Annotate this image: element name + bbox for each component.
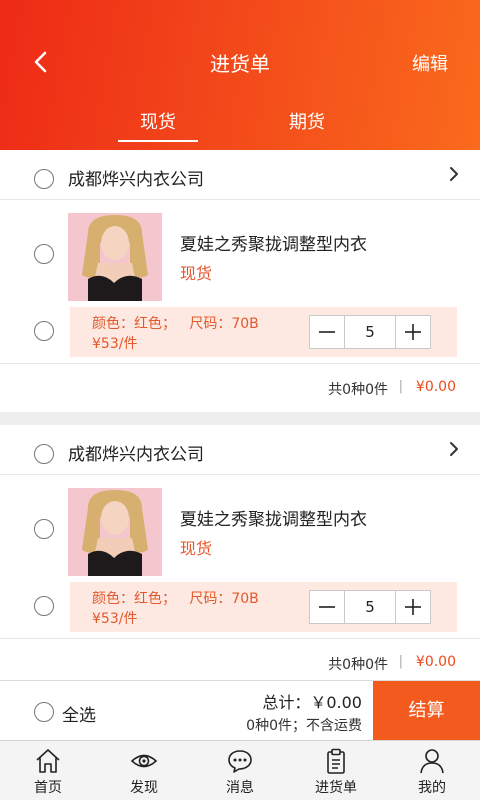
- sku-select-radio[interactable]: [34, 321, 54, 341]
- active-tab-indicator: [118, 140, 198, 142]
- summary-divider: |: [398, 654, 403, 669]
- plus-icon: [405, 599, 421, 615]
- nav-item-purchase-list[interactable]: 进货单: [288, 741, 384, 800]
- plus-icon: [405, 324, 421, 340]
- store-card: 成都烨兴内衣公司 夏娃之秀聚拢调整型内衣 现货 颜色：红色； 尺码：70B ¥5…: [0, 150, 480, 412]
- store-summary: 共0种0件 | ¥0.00: [0, 363, 480, 412]
- store-name: 成都烨兴内衣公司: [68, 445, 204, 465]
- product-image[interactable]: [68, 488, 162, 576]
- total-amount: 总计：￥0.00: [262, 693, 362, 712]
- increment-button[interactable]: [396, 316, 430, 348]
- stock-type-tag: 现货: [180, 264, 213, 283]
- store-card: 成都烨兴内衣公司 夏娃之秀聚拢调整型内衣 现货 颜色：红色； 尺码：70B ¥5…: [0, 425, 480, 687]
- clipboard-icon: [327, 748, 345, 774]
- header-bar: 进货单 编辑 现货 期货: [0, 0, 480, 150]
- select-all-label[interactable]: 全选: [62, 701, 96, 726]
- nav-item-discover[interactable]: 发现: [96, 741, 192, 800]
- store-select-radio[interactable]: [34, 444, 54, 464]
- store-select-radio[interactable]: [34, 169, 54, 189]
- select-all-radio[interactable]: [34, 702, 54, 722]
- sku-spec: 颜色：红色； 尺码：70B: [92, 591, 259, 607]
- nav-label: 进货单: [315, 780, 357, 796]
- nav-label: 发现: [130, 780, 158, 796]
- sku-select-radio[interactable]: [34, 596, 54, 616]
- nav-item-profile[interactable]: 我的: [384, 741, 480, 800]
- checkout-bar: 全选 总计：￥0.00 0种0件；不含运费 结算: [0, 680, 480, 741]
- bottom-navigation: 首页 发现 消息 进货单 我的: [0, 740, 480, 800]
- total-detail: 0种0件；不含运费: [246, 718, 362, 734]
- quantity-stepper: 5: [309, 315, 431, 349]
- store-header[interactable]: 成都烨兴内衣公司: [0, 150, 480, 200]
- page-title: 进货单: [210, 52, 270, 76]
- sku-spec-box: 颜色：红色； 尺码：70B ¥53/件 5: [70, 582, 457, 632]
- home-icon: [36, 749, 60, 773]
- summary-divider: |: [398, 379, 403, 394]
- nav-label: 首页: [34, 780, 62, 796]
- tab-future[interactable]: 期货: [257, 108, 357, 134]
- eye-icon: [130, 754, 158, 768]
- summary-count: 共0种0件: [328, 382, 388, 398]
- quantity-value[interactable]: 5: [344, 591, 396, 623]
- summary-amount: ¥0.00: [415, 654, 456, 670]
- store-name: 成都烨兴内衣公司: [68, 170, 204, 190]
- stock-type-tag: 现货: [180, 539, 213, 558]
- nav-label: 我的: [418, 780, 446, 796]
- user-icon: [420, 749, 444, 774]
- nav-item-messages[interactable]: 消息: [192, 741, 288, 800]
- summary-amount: ¥0.00: [415, 379, 456, 395]
- decrement-button[interactable]: [310, 316, 344, 348]
- sku-price: ¥53/件: [92, 611, 138, 627]
- product-image[interactable]: [68, 213, 162, 301]
- sku-price: ¥53/件: [92, 336, 138, 352]
- minus-icon: [319, 331, 335, 333]
- product-select-radio[interactable]: [34, 244, 54, 264]
- quantity-stepper: 5: [309, 590, 431, 624]
- product-select-radio[interactable]: [34, 519, 54, 539]
- store-header[interactable]: 成都烨兴内衣公司: [0, 425, 480, 475]
- quantity-value[interactable]: 5: [344, 316, 396, 348]
- nav-item-home[interactable]: 首页: [0, 741, 96, 800]
- product-name: 夏娃之秀聚拢调整型内衣: [180, 510, 367, 530]
- sku-spec-box: 颜色：红色； 尺码：70B ¥53/件 5: [70, 307, 457, 357]
- product-name: 夏娃之秀聚拢调整型内衣: [180, 235, 367, 255]
- increment-button[interactable]: [396, 591, 430, 623]
- decrement-button[interactable]: [310, 591, 344, 623]
- settle-button[interactable]: 结算: [373, 681, 480, 741]
- summary-count: 共0种0件: [328, 657, 388, 673]
- minus-icon: [319, 606, 335, 608]
- sku-spec: 颜色：红色； 尺码：70B: [92, 316, 259, 332]
- tab-spot[interactable]: 现货: [108, 108, 208, 134]
- chevron-right-icon[interactable]: [446, 162, 462, 186]
- nav-label: 消息: [226, 780, 254, 796]
- chat-icon: [228, 750, 252, 773]
- section-divider: [0, 412, 480, 425]
- chevron-right-icon[interactable]: [446, 437, 462, 461]
- edit-button[interactable]: 编辑: [412, 50, 448, 76]
